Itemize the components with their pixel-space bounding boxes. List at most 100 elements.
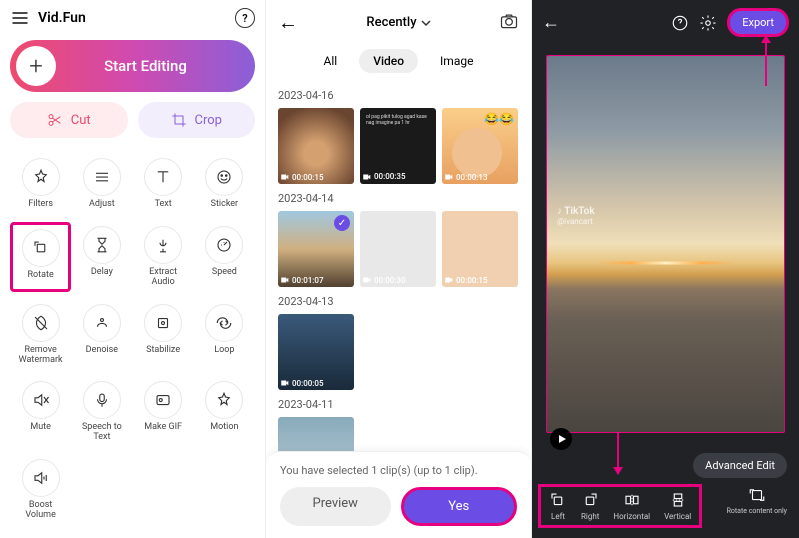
video-thumbnail[interactable]: 00:01:07✓ (278, 211, 354, 287)
rotate-icon (22, 229, 60, 267)
stabilize-icon (144, 304, 182, 342)
video-thumbnail[interactable]: 00:00:15 (278, 108, 354, 184)
home-pane: Vid.Fun ? + Start Editing Cut Crop Filte… (0, 0, 266, 538)
advanced-edit-button[interactable]: Advanced Edit (693, 453, 787, 478)
tool-rotate[interactable]: Rotate (10, 222, 71, 292)
rotate-toolbar: LeftRightHorizontalVertical Rotate conte… (532, 476, 799, 538)
filters-icon (22, 158, 60, 196)
remove-watermark-icon (22, 304, 60, 342)
gallery-scroll[interactable]: 2023-04-16 00:00:15ol pag pikit tulog aga… (266, 83, 531, 453)
watermark: ♪ TikTok @ivancart (557, 206, 595, 226)
app-title: Vid.Fun (38, 10, 227, 26)
speed-icon (205, 226, 243, 264)
start-editing-button[interactable]: + Start Editing (10, 40, 255, 92)
extract-audio-icon (144, 226, 182, 264)
scissors-icon (47, 112, 63, 128)
menu-icon[interactable] (10, 8, 30, 28)
date-group-label: 2023-04-13 (278, 295, 519, 308)
thumbnail-row: 00:00:15ol pag pikit tulog agad kase nag… (278, 108, 519, 184)
video-thumbnail[interactable]: ol pag pikit tulog agad kase nag imagine… (360, 108, 436, 184)
video-icon (280, 275, 290, 285)
date-group-label: 2023-04-16 (278, 89, 519, 102)
date-group-label: 2023-04-14 (278, 192, 519, 205)
tool-extract-audio[interactable]: ExtractAudio (133, 222, 194, 292)
mute-icon (22, 381, 60, 419)
denoise-icon (83, 304, 121, 342)
adjust-icon (83, 158, 121, 196)
tool-filters[interactable]: Filters (10, 154, 71, 214)
video-preview[interactable]: ♪ TikTok @ivancart (546, 55, 785, 433)
tool-text[interactable]: Text (133, 154, 194, 214)
gallery-header: ← Recently (266, 0, 531, 45)
gallery-pane: ← Recently All Video Image 2023-04-16 00:… (266, 0, 532, 538)
rotate-options-group: LeftRightHorizontalVertical (538, 484, 702, 528)
rotate-right-button[interactable]: Right (575, 489, 605, 523)
video-icon (280, 172, 290, 182)
help-icon[interactable]: ? (235, 8, 255, 28)
tool-speed[interactable]: Speed (194, 222, 255, 292)
tool-speech-to-text[interactable]: Speech toText (71, 377, 132, 447)
tool-delay[interactable]: Delay (71, 222, 132, 292)
boost-volume-icon (22, 459, 60, 497)
rotate-horizontal-button[interactable]: Horizontal (607, 489, 656, 523)
loop-icon (205, 304, 243, 342)
preview-button[interactable]: Preview (280, 487, 391, 526)
export-button[interactable]: Export (727, 8, 789, 37)
video-icon (362, 172, 372, 182)
video-thumbnail[interactable]: 😂😂00:00:13 (442, 108, 518, 184)
video-icon (280, 378, 290, 388)
crop-button[interactable]: Crop (138, 102, 256, 138)
tool-mute[interactable]: Mute (10, 377, 71, 447)
tool-remove-watermark[interactable]: RemoveWatermark (10, 300, 71, 370)
delay-icon (83, 226, 121, 264)
tool-loop[interactable]: Loop (194, 300, 255, 370)
settings-icon[interactable] (699, 14, 717, 32)
tool-make-gif[interactable]: Make GIF (133, 377, 194, 447)
tab-video[interactable]: Video (359, 49, 418, 73)
tool-stabilize[interactable]: Stabilize (133, 300, 194, 370)
quick-actions-row: Cut Crop (0, 102, 265, 148)
rotate-horizontal-icon (623, 491, 641, 509)
tool-adjust[interactable]: Adjust (71, 154, 132, 214)
tool-sticker[interactable]: Sticker (194, 154, 255, 214)
tool-denoise[interactable]: Denoise (71, 300, 132, 370)
rotate-content-only-button[interactable]: Rotate content only (721, 484, 793, 528)
tab-all[interactable]: All (310, 49, 352, 73)
make-gif-icon (144, 381, 182, 419)
video-thumbnail[interactable]: 00:00:30 (360, 211, 436, 287)
video-icon (444, 172, 454, 182)
rotate-vertical-button[interactable]: Vertical (658, 489, 697, 523)
video-thumbnail[interactable] (278, 417, 354, 453)
camera-button[interactable] (499, 11, 519, 35)
motion-icon (205, 381, 243, 419)
play-button[interactable] (550, 428, 572, 450)
thumbnail-row: 00:00:05 (278, 314, 519, 390)
sticker-icon (205, 158, 243, 196)
video-thumbnail[interactable]: 00:00:15 (442, 211, 518, 287)
video-icon (444, 275, 454, 285)
thumbnail-row: 00:01:07✓00:00:3000:00:15 (278, 211, 519, 287)
tools-grid: FiltersAdjustTextSticker RotateDelayExtra… (0, 148, 265, 531)
chevron-down-icon (421, 18, 431, 28)
video-icon (362, 275, 372, 285)
yes-button[interactable]: Yes (401, 487, 518, 526)
video-thumbnail[interactable]: 00:00:05 (278, 314, 354, 390)
tool-motion[interactable]: Motion (194, 377, 255, 447)
rotate-left-button[interactable]: Left (543, 489, 573, 523)
tool-boost-volume[interactable]: BoostVolume (10, 455, 71, 525)
editor-help-icon[interactable] (671, 14, 689, 32)
rotate-right-icon (581, 491, 599, 509)
editor-pane: ← Export ♪ TikTok @ivancart Advanced Edi… (532, 0, 799, 538)
selection-text: You have selected 1 clip(s) (up to 1 cli… (280, 464, 517, 477)
selected-check-icon: ✓ (334, 215, 350, 231)
speech-to-text-icon (83, 381, 121, 419)
date-group-label: 2023-04-11 (278, 398, 519, 411)
gallery-sort-dropdown[interactable]: Recently (306, 15, 491, 30)
editor-back-button[interactable]: ← (542, 12, 560, 33)
plus-icon: + (16, 46, 56, 86)
back-button[interactable]: ← (278, 10, 298, 35)
cut-button[interactable]: Cut (10, 102, 128, 138)
crop-icon (171, 112, 187, 128)
home-header: Vid.Fun ? (0, 0, 265, 36)
tab-image[interactable]: Image (426, 49, 487, 73)
